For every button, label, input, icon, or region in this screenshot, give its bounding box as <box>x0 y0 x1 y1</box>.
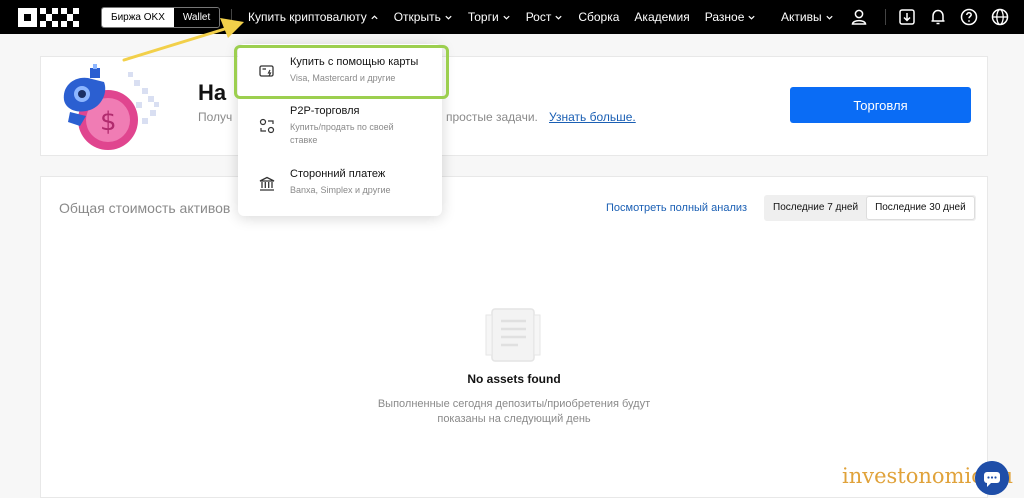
menu-item-desc: Banxa, Simplex и другие <box>290 185 391 195</box>
help-icon[interactable] <box>959 7 979 27</box>
total-assets-title: Общая стоимость активов <box>59 200 231 216</box>
full-analysis-link[interactable]: Посмотреть полный анализ <box>606 202 747 214</box>
menu-item-third-party-payment[interactable]: Сторонний платеж Banxa, Simplex и другие <box>238 160 442 210</box>
menu-item-title: Сторонний платеж <box>290 168 386 180</box>
chevron-down-icon <box>748 15 755 20</box>
nav-buy-crypto[interactable]: Купить криптовалюту <box>248 10 379 24</box>
menu-item-desc: Купить/продать по своей ставке <box>290 122 394 145</box>
p2p-exchange-icon <box>259 118 275 134</box>
chevron-down-icon <box>825 15 833 20</box>
svg-text:$: $ <box>100 107 117 137</box>
range-7-days[interactable]: Последние 7 дней <box>765 196 866 220</box>
empty-state-description: Выполненные сегодня депозиты/приобретени… <box>377 398 651 425</box>
chevron-down-icon <box>445 15 452 20</box>
globe-icon[interactable] <box>990 7 1010 27</box>
chevron-up-icon <box>371 14 378 19</box>
user-icon[interactable] <box>849 7 869 27</box>
bell-icon[interactable] <box>928 7 948 27</box>
okx-logo[interactable] <box>18 8 80 27</box>
bank-icon <box>259 176 275 191</box>
nav-open[interactable]: Открыть <box>394 10 453 24</box>
welcome-subtitle: Получ <box>198 110 233 124</box>
chevron-down-icon <box>555 15 562 20</box>
annotation-arrow <box>122 18 244 62</box>
empty-document-icon <box>485 308 541 362</box>
welcome-subtitle-end: простые задачи. <box>446 110 538 124</box>
empty-state-title: No assets found <box>467 372 561 386</box>
nav-academy[interactable]: Академия <box>634 10 689 24</box>
main-nav: Купить криптовалюту Открыть Торги Рост С… <box>248 0 771 34</box>
highlight-box-annotation <box>234 45 449 99</box>
nav-growth[interactable]: Рост <box>526 10 564 24</box>
nav-assets[interactable]: Активы <box>781 0 834 34</box>
time-range-switch: Последние 7 дней Последние 30 дней <box>764 195 976 221</box>
nav-build[interactable]: Сборка <box>578 10 619 24</box>
nav-trade[interactable]: Торги <box>468 10 511 24</box>
download-icon[interactable] <box>897 7 917 27</box>
welcome-title: На <box>198 80 227 105</box>
menu-item-p2p-trading[interactable]: P2P-торговля Купить/продать по своей ста… <box>238 100 442 158</box>
trade-button[interactable]: Торговля <box>790 87 971 123</box>
icon-divider <box>885 9 886 25</box>
menu-item-title: P2P-торговля <box>290 105 360 117</box>
chat-support-button[interactable] <box>975 461 1009 495</box>
robot-mascot-illustration: $ <box>63 64 159 150</box>
learn-more-link[interactable]: Узнать больше. <box>549 110 636 124</box>
nav-more[interactable]: Разное <box>705 10 757 24</box>
chevron-down-icon <box>503 15 510 20</box>
range-30-days[interactable]: Последние 30 дней <box>866 196 975 220</box>
